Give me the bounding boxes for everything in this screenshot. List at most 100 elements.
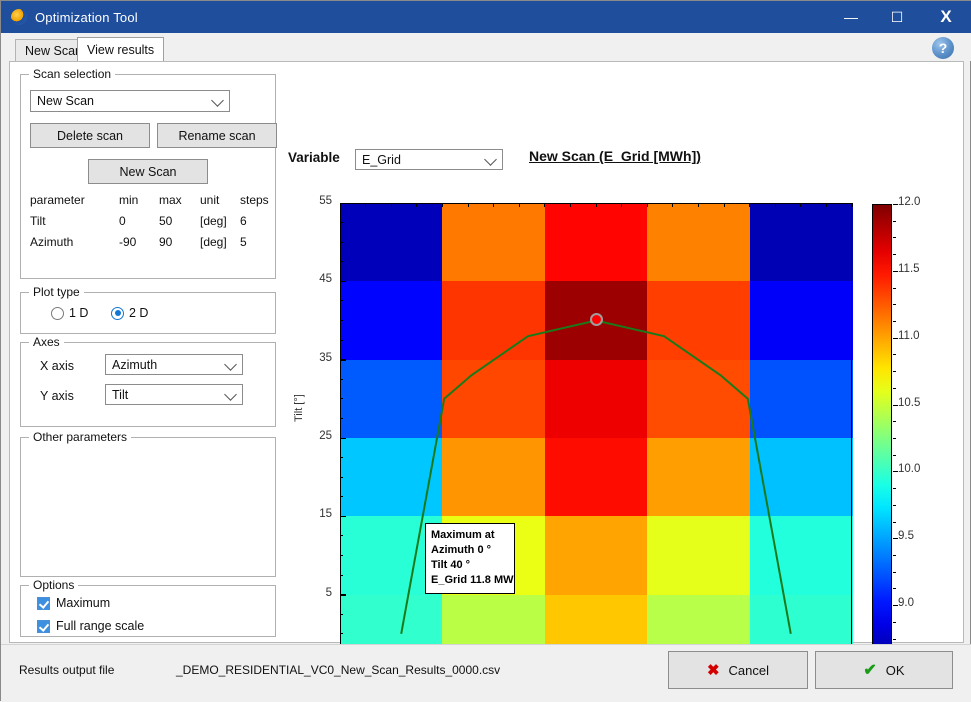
ok-button-label: OK: [885, 662, 905, 678]
other-parameters-group: Other parameters: [20, 430, 276, 577]
cell-min: -90: [119, 235, 137, 249]
th-min: min: [119, 193, 139, 207]
results-output-filename: _DEMO_RESIDENTIAL_VC0_New_Scan_Results_0…: [176, 663, 501, 677]
tab-view-results[interactable]: View results: [77, 37, 165, 61]
annotation-line-2: Azimuth 0 °: [431, 544, 492, 556]
options-group: Options Maximum Full range scale: [20, 578, 276, 637]
chevron-down-icon: [224, 387, 237, 401]
x-axis-value: Azimuth: [112, 357, 158, 372]
y-tick-label: 5: [325, 586, 332, 599]
parameter-table: parameter min max unit steps Tilt 0 50 […: [30, 193, 270, 259]
chevron-down-icon: [484, 152, 497, 166]
checkbox-full-range-scale[interactable]: Full range scale: [37, 619, 144, 633]
radio-2d[interactable]: 2 D: [111, 306, 148, 320]
colorbar-minor-tick: [893, 438, 896, 439]
colorbar-minor-tick: [893, 555, 896, 556]
check-icon: [37, 596, 50, 610]
colorbar-minor-tick: [893, 521, 896, 523]
th-max: max: [159, 193, 182, 207]
colorbar-minor-tick: [893, 471, 896, 473]
y-minor-tick: [340, 613, 343, 615]
x-minor-tick-top: [621, 203, 623, 207]
maximum-annotation-box: Maximum at Azimuth 0 ° Tilt 40 ° E_Grid …: [425, 523, 515, 594]
y-minor-tick: [340, 320, 343, 321]
y-minor-tick: [340, 574, 343, 576]
colorbar-gradient: [873, 205, 891, 671]
variable-label: Variable: [288, 150, 340, 165]
cell-steps: 6: [240, 214, 247, 228]
new-scan-button[interactable]: New Scan: [88, 159, 208, 184]
x-minor-tick-top: [467, 203, 469, 207]
y-minor-tick: [340, 535, 343, 537]
table-row: Tilt 0 50 [deg] 6: [30, 214, 270, 234]
x-minor-tick-top: [774, 203, 776, 207]
y-minor-tick: [340, 594, 343, 596]
y-minor-tick: [340, 476, 343, 478]
cell-steps: 5: [240, 235, 247, 249]
help-icon[interactable]: ?: [932, 37, 954, 59]
th-unit: unit: [200, 193, 220, 207]
maximum-marker: [590, 313, 603, 326]
rename-scan-button[interactable]: Rename scan: [157, 123, 277, 148]
variable-value: E_Grid: [362, 152, 401, 167]
check-icon: [37, 619, 50, 633]
colorbar-minor-tick: [893, 404, 896, 406]
axes-group: Axes X axis Azimuth Y axis Tilt: [20, 335, 276, 427]
x-minor-tick-top: [672, 203, 674, 207]
plot-frame: [340, 203, 852, 673]
radio-2d-label: 2 D: [129, 306, 149, 320]
cell-param-name: Tilt: [30, 214, 46, 228]
x-minor-tick-top: [697, 203, 699, 207]
cell-unit: [deg]: [200, 214, 227, 228]
colorbar-minor-tick: [893, 270, 896, 272]
delete-scan-button[interactable]: Delete scan: [30, 123, 150, 148]
x-minor-tick-top: [749, 203, 751, 207]
x-minor-tick-top: [544, 203, 546, 207]
other-parameters-legend: Other parameters: [29, 430, 132, 444]
y-axis-value: Tilt: [112, 387, 129, 402]
colorbar-minor-tick: [893, 605, 896, 607]
cell-unit: [deg]: [200, 235, 227, 249]
colorbar-minor-tick: [893, 504, 896, 506]
th-steps: steps: [240, 193, 269, 207]
colorbar-minor-tick: [893, 538, 896, 540]
plot-type-group: Plot type 1 D 2 D: [20, 285, 276, 334]
x-minor-tick-top: [595, 203, 597, 207]
y-minor-tick: [340, 222, 343, 224]
minimize-icon[interactable]: —: [828, 1, 874, 33]
axes-legend: Axes: [29, 335, 64, 349]
ok-button[interactable]: ✔ OK: [815, 651, 953, 689]
y-minor-tick: [340, 515, 343, 517]
colorbar-minor-tick: [893, 220, 896, 222]
cancel-button[interactable]: ✖ Cancel: [668, 651, 808, 689]
options-legend: Options: [29, 578, 79, 592]
x-minor-tick-top: [851, 203, 853, 207]
window-title: Optimization Tool: [35, 9, 138, 25]
y-axis-combo[interactable]: Tilt: [105, 384, 243, 405]
footer-divider: [1, 644, 971, 645]
colorbar-tick-label: 10.5: [898, 396, 921, 409]
scan-select-combo[interactable]: New Scan: [30, 90, 230, 112]
radio-1d[interactable]: 1 D: [51, 306, 88, 320]
colorbar-tick-label: 10.0: [898, 463, 921, 476]
colorbar-minor-tick: [893, 571, 896, 573]
x-axis-combo[interactable]: Azimuth: [105, 354, 243, 375]
maximize-icon[interactable]: ☐: [874, 1, 920, 33]
y-minor-tick: [340, 300, 343, 302]
checkbox-maximum[interactable]: Maximum: [37, 596, 110, 610]
colorbar-minor-tick: [893, 237, 896, 239]
colorbar-tick-label: 11.5: [898, 262, 920, 275]
x-minor-tick-top: [390, 203, 392, 207]
variable-combo[interactable]: E_Grid: [355, 149, 503, 170]
close-icon[interactable]: X: [920, 1, 971, 33]
checkbox-full-range-label: Full range scale: [56, 619, 145, 633]
y-tick-label: 25: [319, 430, 332, 442]
radio-1d-icon: [51, 306, 64, 320]
colorbar-minor-tick: [893, 371, 896, 373]
y-minor-tick: [340, 378, 343, 380]
colorbar-minor-tick: [893, 638, 896, 640]
colorbar-tick-label: 12.0: [898, 196, 921, 208]
scan-selection-legend: Scan selection: [29, 67, 116, 81]
plot-title: New Scan (E_Grid [MWh]): [529, 148, 701, 164]
x-minor-tick-top: [493, 203, 495, 207]
